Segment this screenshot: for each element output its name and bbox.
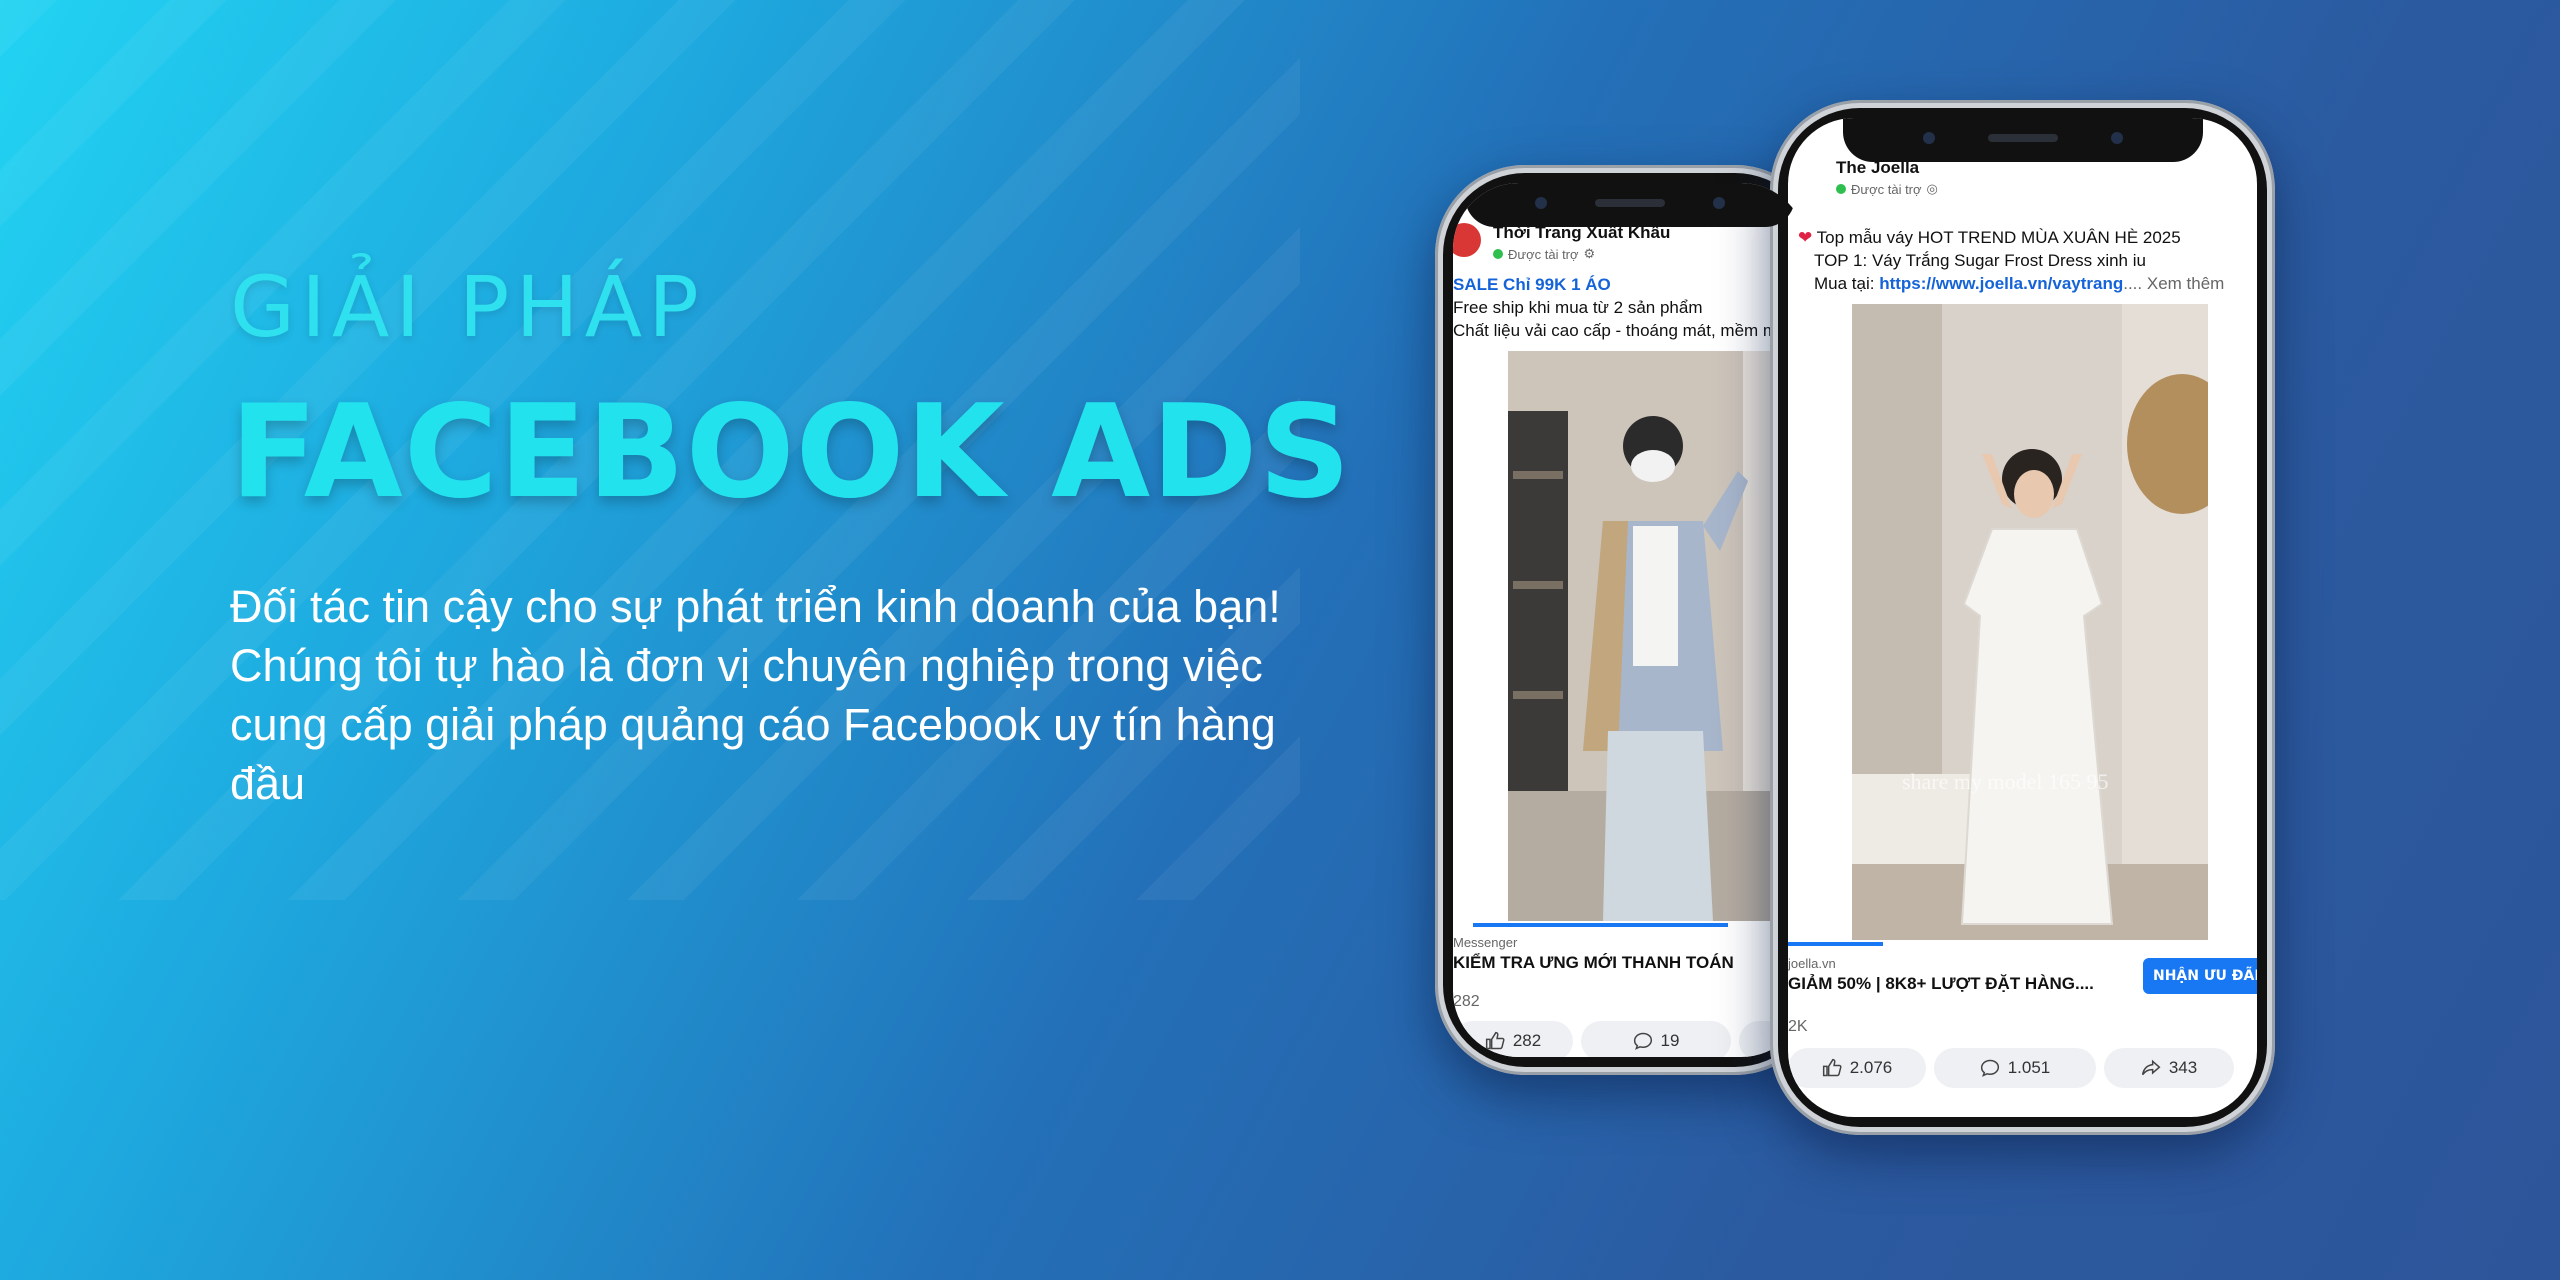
phone-notch: [1842, 118, 2203, 162]
cta-button[interactable]: NHẬN ƯU ĐÃI: [2143, 958, 2257, 994]
sponsored-label: Được tài trợ ◎: [1836, 181, 2237, 197]
post-text: ❤ Top mẫu váy HOT TREND MÙA XUÂN HÈ 2025…: [1798, 226, 2224, 295]
phone-left: Thời Trang Xuất Khẩu Được tài trợ ⚙ SALE…: [1435, 165, 1825, 1075]
reaction-count[interactable]: 282: [1453, 993, 1480, 1011]
phone-right: The Joella Được tài trợ ◎ ❤ Top mẫu váy …: [1770, 100, 2275, 1135]
post-line: TOP 1: Váy Trắng Sugar Frost Dress xinh …: [1814, 251, 2146, 270]
post-text: SALE Chỉ 99K 1 ÁO Free ship khi mua từ 2…: [1453, 273, 1777, 342]
thumbs-up-icon: [1822, 1058, 1842, 1077]
phone-right-screen: The Joella Được tài trợ ◎ ❤ Top mẫu váy …: [1788, 118, 2257, 1117]
thumbs-up-icon: [1485, 1031, 1505, 1050]
comment-icon: [1633, 1032, 1652, 1050]
share-icon: [2141, 1059, 2161, 1076]
hero-description: Đối tác tin cậy cho sự phát triển kinh d…: [230, 581, 1281, 809]
video-watermark: share my model 165 95: [1902, 769, 2109, 794]
post-line: Free ship khi mua từ 2 sản phẩm: [1453, 298, 1703, 317]
phone-left-screen: Thời Trang Xuất Khẩu Được tài trợ ⚙ SALE…: [1453, 183, 1807, 1057]
video-progress-bar[interactable]: [1788, 942, 1883, 946]
cta-source: Messenger: [1453, 935, 1518, 950]
video-frame-image: [1508, 351, 1798, 921]
globe-icon: ◎: [1926, 181, 1938, 196]
post-link[interactable]: https://www.joella.vn/vaytrang: [1879, 274, 2123, 293]
comment-button[interactable]: 1.051: [1934, 1048, 2096, 1088]
comment-button[interactable]: 19: [1581, 1021, 1731, 1057]
online-dot-icon: [1836, 184, 1846, 194]
post-video[interactable]: share my model 165 95: [1852, 304, 2208, 940]
like-button[interactable]: 2.076: [1788, 1048, 1926, 1088]
post-line: ❤ Top mẫu váy HOT TREND MÙA XUÂN HÈ 2025: [1798, 228, 2181, 247]
share-button[interactable]: 343: [2104, 1048, 2234, 1088]
video-frame-image: share my model 165 95: [1852, 304, 2208, 940]
cta-title[interactable]: KIỂM TRA ƯNG MỚI THANH TOÁN: [1453, 953, 1807, 973]
post-line: Chất liệu vải cao cấp - thoáng mát, mềm …: [1453, 321, 1778, 340]
action-bar: 2.076 1.051 343: [1788, 1048, 2234, 1088]
comment-icon: [1980, 1059, 1999, 1077]
cta-row: Messenger KIỂM TRA ƯNG MỚI THANH TOÁN: [1453, 935, 1807, 973]
see-more-link[interactable]: .... Xem thêm: [2123, 274, 2224, 293]
like-button[interactable]: 282: [1453, 1021, 1573, 1057]
post-video[interactable]: [1508, 351, 1798, 921]
hero-headline: FACEBOOK ADS: [230, 378, 1352, 527]
reaction-count[interactable]: 2K: [1788, 1018, 1808, 1036]
action-bar: 282 19: [1453, 1021, 1807, 1057]
gear-icon: ⚙: [1583, 246, 1596, 261]
hero-section: GIẢI PHÁP FACEBOOK ADS Đối tác tin cậy c…: [230, 265, 1370, 813]
post-line: Mua tại: https://www.joella.vn/vaytrang.…: [1814, 274, 2225, 293]
video-progress-bar[interactable]: [1473, 923, 1728, 927]
post-line: SALE Chỉ 99K 1 ÁO: [1453, 275, 1611, 294]
sponsored-label: Được tài trợ ⚙: [1493, 246, 1787, 262]
page-avatar[interactable]: [1453, 223, 1481, 257]
phone-notch: [1465, 183, 1795, 227]
online-dot-icon: [1493, 249, 1503, 259]
heart-icon: ❤: [1798, 228, 1813, 247]
hero-kicker: GIẢI PHÁP: [230, 258, 705, 356]
